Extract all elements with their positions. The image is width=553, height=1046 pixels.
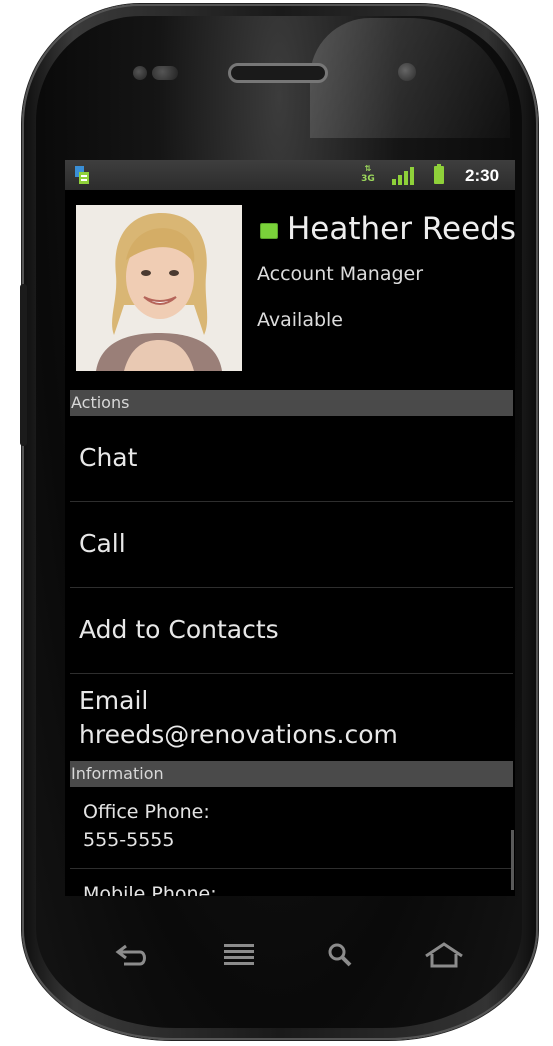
mobile-phone-label: Mobile Phone: xyxy=(83,883,217,896)
proximity-sensor xyxy=(133,66,147,80)
signal-icon xyxy=(392,167,416,185)
office-phone-value: 555-5555 xyxy=(83,829,175,851)
contact-title: Account Manager xyxy=(257,263,424,285)
contact-status: Available xyxy=(257,309,344,331)
status-time: 2:30 xyxy=(465,166,500,185)
home-icon[interactable] xyxy=(422,940,466,970)
back-icon[interactable] xyxy=(114,940,150,970)
chat-action[interactable]: Chat xyxy=(70,416,513,502)
add-to-contacts-label: Add to Contacts xyxy=(79,615,279,644)
front-camera-icon xyxy=(398,63,416,81)
email-address: hreeds@renovations.com xyxy=(79,720,398,749)
search-icon[interactable] xyxy=(324,940,360,970)
email-action-label: Email xyxy=(79,686,149,715)
call-action[interactable]: Call xyxy=(70,502,513,588)
screen: ⇅ 3G 2:30 Heather Reeds Account Manager … xyxy=(65,160,515,896)
volume-button xyxy=(20,284,27,446)
earpiece-speaker xyxy=(228,63,328,83)
add-to-contacts-action[interactable]: Add to Contacts xyxy=(70,588,513,674)
contact-name: Heather Reeds xyxy=(287,211,515,247)
notification-icon xyxy=(75,166,89,184)
office-phone-label: Office Phone: xyxy=(83,801,210,823)
call-action-label: Call xyxy=(79,529,126,558)
office-phone-item[interactable]: Office Phone: 555-5555 xyxy=(70,787,513,869)
scrollbar[interactable] xyxy=(511,830,514,890)
presence-status-icon xyxy=(260,223,278,239)
avatar-photo xyxy=(76,205,242,371)
status-bar: ⇅ 3G 2:30 xyxy=(65,160,515,190)
email-action[interactable]: Email hreeds@renovations.com xyxy=(70,674,513,761)
contact-avatar xyxy=(76,205,242,371)
menu-icon[interactable] xyxy=(222,940,258,970)
mobile-phone-item[interactable]: Mobile Phone: xyxy=(70,869,513,896)
light-sensor xyxy=(152,66,178,80)
chat-action-label: Chat xyxy=(79,443,138,472)
3g-data-icon: ⇅ 3G xyxy=(361,164,375,184)
information-section-header: Information xyxy=(70,761,513,787)
actions-section-header: Actions xyxy=(70,390,513,416)
battery-icon xyxy=(434,164,444,184)
